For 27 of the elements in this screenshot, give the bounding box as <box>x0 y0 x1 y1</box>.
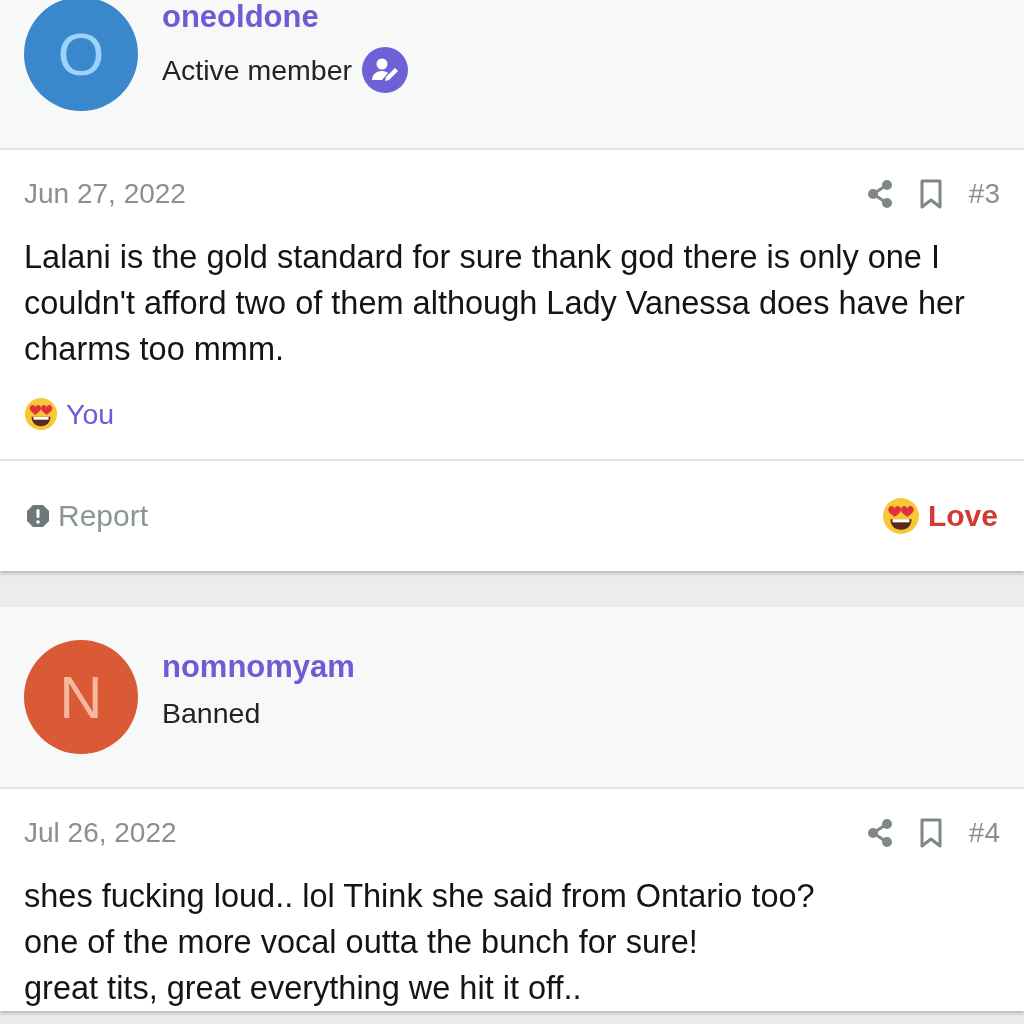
user-title: Banned <box>162 696 261 730</box>
post-text-line: great tits, great everything we hit it off.. <box>24 969 583 1008</box>
post-text-line: charms too mmm. <box>24 330 286 369</box>
post-date: Jul 26, 2022 <box>24 817 177 849</box>
post-text-line: Lalani is the gold standard for sure thank god there is only one I <box>24 238 941 277</box>
post-text-line: shes fucking loud.. lol Think she said from Ontario too? <box>24 877 816 916</box>
post-text-line: couldn't afford two of them although Lady Vanessa does have her <box>24 284 966 323</box>
post-number-link[interactable]: #3 <box>968 178 1000 210</box>
user-edit-badge-icon <box>362 47 409 93</box>
share-icon[interactable] <box>866 180 893 208</box>
post-text-line: one of the more vocal outta the bunch for sure! <box>24 923 699 962</box>
user-avatar[interactable]: N <box>24 640 138 754</box>
post-number-link[interactable]: #4 <box>968 817 1000 849</box>
heart-eyes-emoji-icon <box>881 497 920 535</box>
report-link[interactable]: Report <box>26 499 149 533</box>
user-avatar[interactable]: O <box>24 0 138 111</box>
bookmark-icon[interactable] <box>918 818 943 848</box>
user-title: Active member <box>162 53 353 87</box>
post-date: Jun 27, 2022 <box>24 178 186 210</box>
username-link[interactable]: oneoldone <box>162 0 409 35</box>
bookmark-icon[interactable] <box>918 179 943 209</box>
share-icon[interactable] <box>866 819 893 847</box>
reactions-link[interactable]: You <box>66 397 115 431</box>
warning-icon <box>26 504 50 528</box>
username-link[interactable]: nomnomyam <box>162 648 355 685</box>
heart-eyes-emoji-icon <box>24 397 58 431</box>
love-reaction-button[interactable]: Love <box>881 497 998 535</box>
